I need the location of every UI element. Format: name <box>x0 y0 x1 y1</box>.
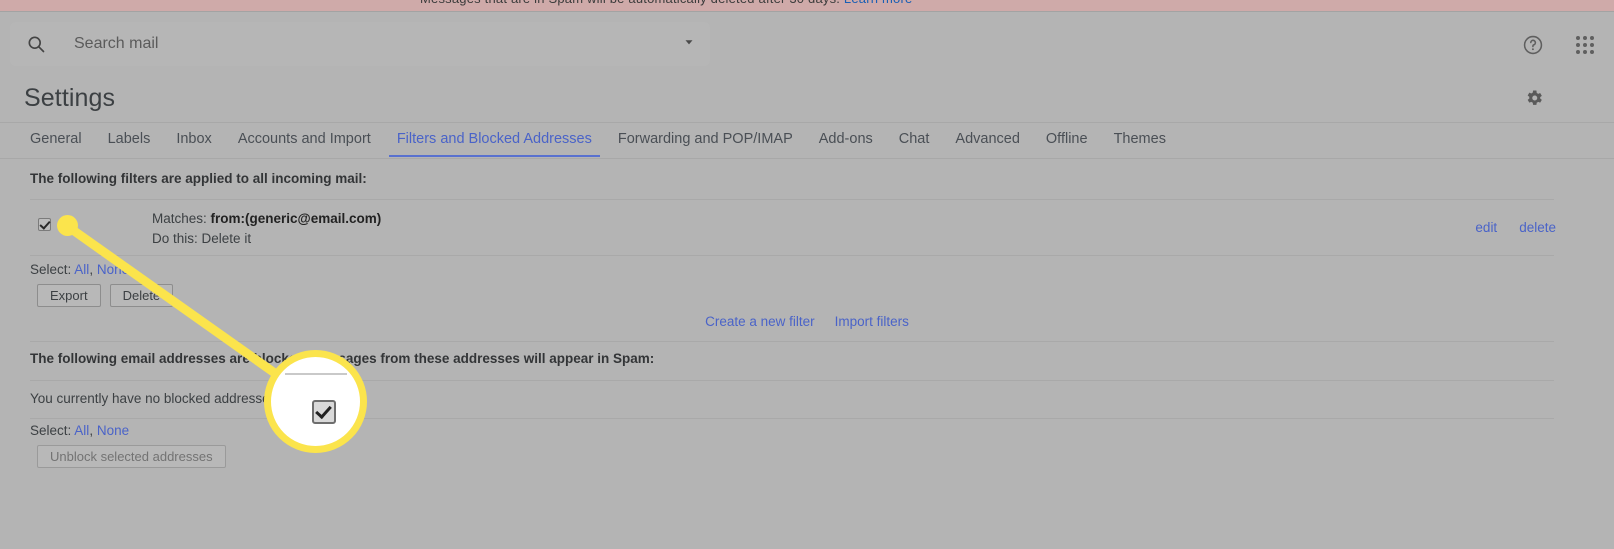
magnified-checkbox-icon <box>312 400 336 424</box>
filter-edit-link[interactable]: edit <box>1475 220 1497 235</box>
search-input[interactable] <box>72 31 672 57</box>
blocked-select-line: Select: All, None <box>30 423 129 438</box>
tab-themes[interactable]: Themes <box>1101 125 1179 157</box>
search-box[interactable] <box>10 22 710 66</box>
filters-top-divider <box>30 199 1554 200</box>
filters-bottom-divider <box>30 255 1554 256</box>
tab-labels[interactable]: Labels <box>95 125 164 157</box>
filter-matches-label: Matches: <box>152 211 207 226</box>
app-header <box>0 12 1614 74</box>
filters-button-row: Export Delete <box>37 284 174 307</box>
filters-select-label: Select: <box>30 262 72 277</box>
blocked-bottom-divider <box>30 418 1554 419</box>
top-banner-learn-more-link[interactable]: Learn more <box>844 0 912 6</box>
tab-chat[interactable]: Chat <box>886 125 943 157</box>
filters-select-separator: , <box>89 262 94 277</box>
callout-origin-dot <box>57 215 78 236</box>
tab-general[interactable]: General <box>24 125 95 157</box>
tab-inbox[interactable]: Inbox <box>163 125 224 157</box>
tab-add-ons[interactable]: Add-ons <box>806 125 886 157</box>
filter-action-value: Delete it <box>201 231 252 246</box>
create-new-filter-link[interactable]: Create a new filter <box>705 314 815 329</box>
apps-grid-icon[interactable] <box>1572 32 1598 58</box>
delete-button[interactable]: Delete <box>109 284 174 307</box>
filter-row-actions: edit delete <box>1475 220 1556 235</box>
callout-magnifier <box>264 350 367 453</box>
chevron-down-icon[interactable] <box>682 35 696 54</box>
import-filters-link[interactable]: Import filters <box>835 314 909 329</box>
blocked-button-row: Unblock selected addresses <box>37 445 226 468</box>
gear-icon[interactable] <box>1524 88 1544 113</box>
tabs-divider <box>0 158 1614 159</box>
title-divider <box>0 122 1614 123</box>
blocked-select-all-link[interactable]: All <box>74 423 89 438</box>
tab-advanced[interactable]: Advanced <box>942 125 1033 157</box>
tab-offline[interactable]: Offline <box>1033 125 1101 157</box>
filter-delete-link[interactable]: delete <box>1519 220 1556 235</box>
top-banner-text: Messages that are in Spam will be automa… <box>420 0 912 6</box>
header-actions <box>1520 32 1598 58</box>
apps-grid-dots <box>1576 36 1594 54</box>
export-button[interactable]: Export <box>37 284 101 307</box>
blocked-select-separator: , <box>89 423 94 438</box>
top-banner: Messages that are in Spam will be automa… <box>0 0 1614 11</box>
magnifier-divider-line <box>285 373 347 375</box>
filter-center-links: Create a new filter Import filters <box>0 314 1614 329</box>
settings-bar: Settings <box>0 74 1614 122</box>
help-icon[interactable] <box>1520 32 1546 58</box>
blocked-empty-message: You currently have no blocked addresses. <box>30 391 281 406</box>
blocked-select-none-link[interactable]: None <box>97 423 129 438</box>
filter-matches-line: Matches: from:(generic@email.com) <box>152 209 381 229</box>
filter-description: Matches: from:(generic@email.com) Do thi… <box>152 209 381 249</box>
filters-select-none-link[interactable]: None <box>97 262 129 277</box>
top-banner-message: Messages that are in Spam will be automa… <box>420 0 840 6</box>
blocked-top-divider <box>30 341 1554 342</box>
unblock-selected-addresses-button[interactable]: Unblock selected addresses <box>37 445 226 468</box>
blocked-select-label: Select: <box>30 423 72 438</box>
search-icon <box>26 34 46 54</box>
page-title: Settings <box>24 84 116 112</box>
filter-row-checkbox[interactable] <box>38 218 51 231</box>
tab-accounts-and-import[interactable]: Accounts and Import <box>225 125 384 157</box>
tab-filters-and-blocked-addresses[interactable]: Filters and Blocked Addresses <box>384 125 605 157</box>
filter-matches-value: from:(generic@email.com) <box>210 211 382 226</box>
tab-forwarding-and-pop-imap[interactable]: Forwarding and POP/IMAP <box>605 125 806 157</box>
blocked-heading-divider <box>30 380 1554 381</box>
filter-action-line: Do this: Delete it <box>152 229 381 249</box>
filters-select-line: Select: All, None <box>30 262 129 277</box>
filters-section-heading: The following filters are applied to all… <box>30 171 367 186</box>
settings-tabs: General Labels Inbox Accounts and Import… <box>24 125 1179 157</box>
filters-select-all-link[interactable]: All <box>74 262 89 277</box>
filter-action-label: Do this: <box>152 231 198 246</box>
